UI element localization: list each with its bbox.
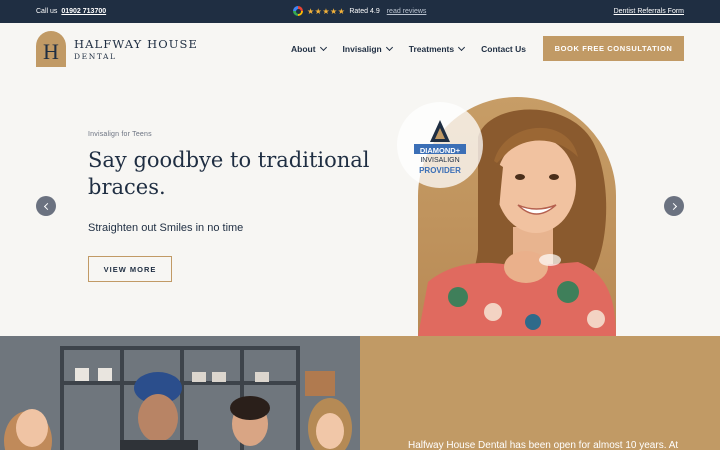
- brand-subtitle: DENTAL: [74, 52, 117, 61]
- nav-item-about[interactable]: About: [291, 43, 327, 54]
- slider-prev-button[interactable]: [36, 196, 56, 216]
- chevron-down-icon: [319, 43, 327, 52]
- chevron-right-icon: [669, 202, 677, 210]
- call-label: Call us: [36, 8, 58, 15]
- view-more-button[interactable]: VIEW MORE: [88, 256, 172, 282]
- star-rating-icon: ★★★★★: [307, 6, 346, 16]
- team-image: [0, 336, 360, 450]
- team-photo: [0, 336, 360, 450]
- book-consultation-button[interactable]: BOOK FREE CONSULTATION: [543, 36, 684, 61]
- hero-slider: Invisalign for Teens Say goodbye to trad…: [0, 75, 720, 336]
- badge-line-3: PROVIDER: [419, 166, 461, 175]
- nav-item-invisalign[interactable]: Invisalign: [342, 43, 393, 54]
- google-icon: [293, 6, 303, 16]
- badge-line-1: DIAMOND+: [419, 146, 461, 155]
- top-bar: Call us 01902 713700 ★★★★★ Rated 4.9 rea…: [0, 0, 720, 23]
- nav-label: Invisalign: [342, 44, 382, 54]
- logo-letter: H: [43, 39, 59, 64]
- phone-link[interactable]: 01902 713700: [61, 8, 106, 15]
- phone-contact: Call us 01902 713700: [36, 8, 106, 15]
- nav-label: About: [291, 44, 316, 54]
- referral-form-link[interactable]: Dentist Referrals Form: [614, 8, 684, 15]
- google-rating: ★★★★★ Rated 4.9 read reviews: [293, 6, 426, 16]
- slider-next-button[interactable]: [664, 196, 684, 216]
- about-panel: Halfway House Dental has been open for a…: [360, 336, 720, 450]
- nav-item-treatments[interactable]: Treatments: [408, 43, 466, 54]
- logo-icon[interactable]: H: [36, 31, 66, 67]
- read-reviews-link[interactable]: read reviews: [387, 8, 427, 15]
- site-header: H HALFWAY HOUSE DENTAL About Invisalign …: [0, 23, 720, 75]
- diamond-badge-icon: [414, 120, 466, 154]
- nav-item-contact[interactable]: Contact Us: [481, 44, 526, 54]
- chevron-down-icon: [458, 43, 466, 52]
- main-nav: About Invisalign Treatments Contact Us: [291, 43, 526, 54]
- brand-name[interactable]: HALFWAY HOUSE: [74, 37, 198, 51]
- hero-subheadline: Straighten out Smiles in no time: [88, 222, 244, 234]
- badge-line-2: INVISALIGN: [420, 157, 460, 164]
- invisalign-provider-badge: DIAMOND+ INVISALIGN PROVIDER: [397, 102, 483, 188]
- chevron-down-icon: [385, 43, 393, 52]
- chevron-left-icon: [43, 202, 51, 210]
- hero-kicker: Invisalign for Teens: [88, 131, 152, 138]
- about-text: Halfway House Dental has been open for a…: [408, 440, 679, 450]
- rating-text: Rated 4.9: [349, 7, 380, 15]
- nav-label: Contact Us: [481, 44, 526, 54]
- nav-label: Treatments: [408, 44, 455, 54]
- hero-headline: Say goodbye to traditional braces.: [88, 148, 370, 199]
